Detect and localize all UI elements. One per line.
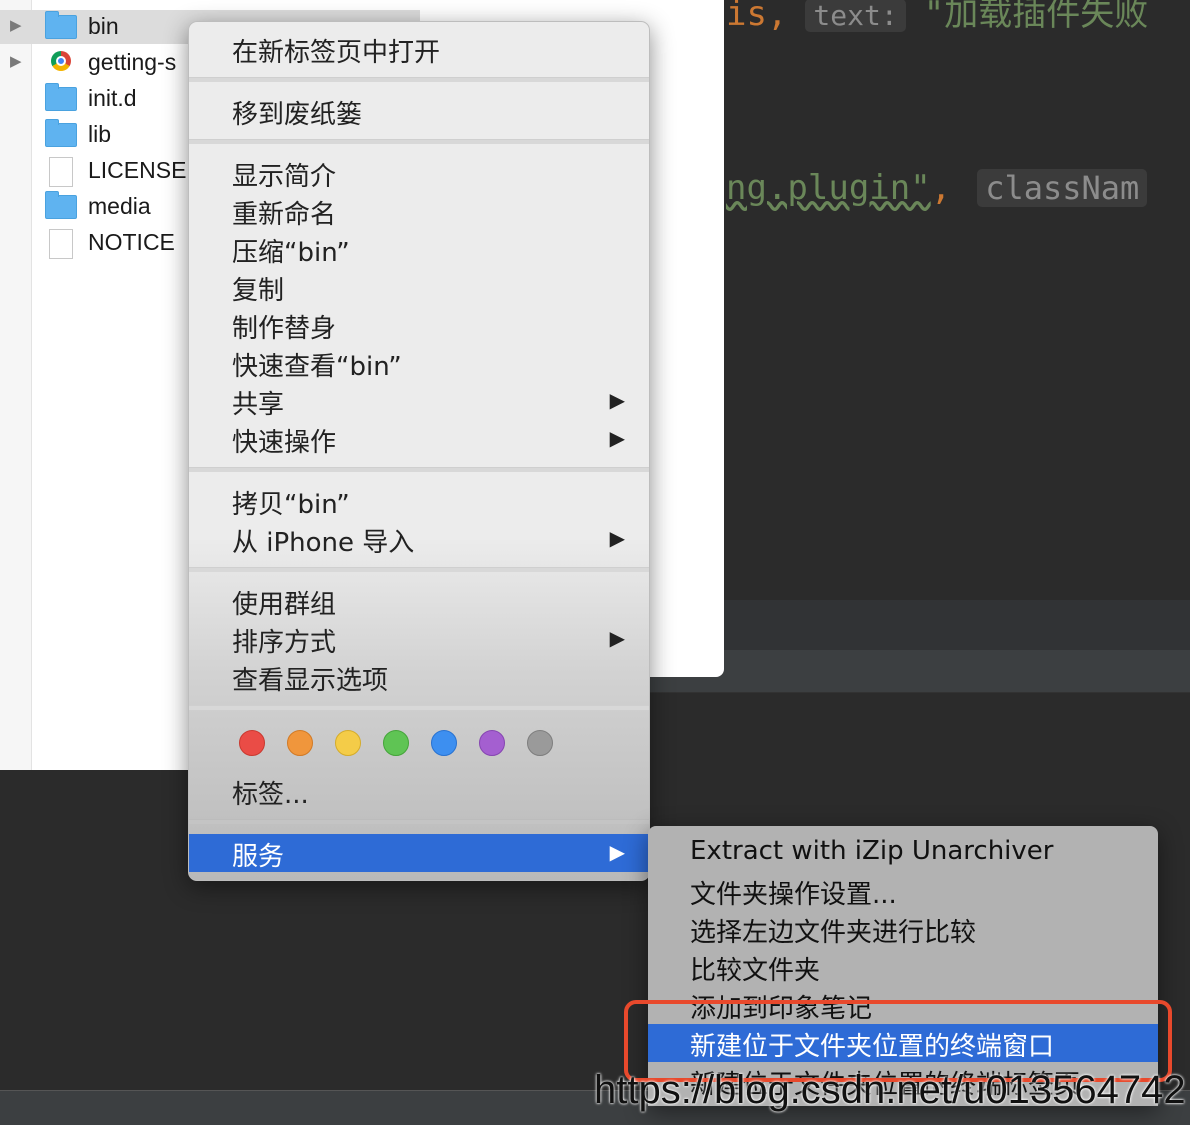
folder-icon xyxy=(45,11,77,39)
file-name: NOTICE xyxy=(88,229,175,255)
menu-item-label: 服务 xyxy=(232,842,285,872)
menu-item-quick-actions[interactable]: 快速操作 ▶ xyxy=(189,420,649,458)
menu-item-label: 快速操作 xyxy=(232,428,337,458)
menu-item-label: 比较文件夹 xyxy=(690,956,821,986)
menu-item-quick-look[interactable]: 快速查看“bin” xyxy=(189,344,649,382)
tag-color-green[interactable] xyxy=(383,730,409,756)
menu-item-copy[interactable]: 拷贝“bin” xyxy=(189,482,649,520)
code-string: ng.plugin" xyxy=(726,168,931,208)
service-item-folder-actions[interactable]: 文件夹操作设置... xyxy=(648,872,1158,910)
menu-item-tags[interactable]: 标签... xyxy=(189,772,649,810)
menu-separator xyxy=(189,139,649,144)
submenu-arrow-icon: ▶ xyxy=(609,526,625,550)
menu-item-label: 拷贝“bin” xyxy=(232,490,350,520)
document-icon xyxy=(45,229,73,261)
menu-item-label: 压缩“bin” xyxy=(232,238,350,268)
menu-separator xyxy=(189,567,649,572)
tag-color-yellow[interactable] xyxy=(335,730,361,756)
chrome-icon xyxy=(45,51,71,71)
menu-separator xyxy=(189,77,649,82)
menu-item-label: 复制 xyxy=(232,276,285,306)
file-name: bin xyxy=(88,13,119,39)
parameter-hint: text: xyxy=(805,0,906,32)
service-item-compare-folders[interactable]: 比较文件夹 xyxy=(648,948,1158,986)
menu-item-view-options[interactable]: 查看显示选项 xyxy=(189,658,649,696)
menu-item-label: 显示简介 xyxy=(232,162,337,192)
submenu-arrow-icon: ▶ xyxy=(609,426,625,450)
menu-item-duplicate[interactable]: 复制 xyxy=(189,268,649,306)
menu-item-use-groups[interactable]: 使用群组 xyxy=(189,582,649,620)
file-name: init.d xyxy=(88,85,137,111)
menu-item-compress[interactable]: 压缩“bin” xyxy=(189,230,649,268)
menu-item-label: 共享 xyxy=(232,390,285,420)
menu-item-share[interactable]: 共享 ▶ xyxy=(189,382,649,420)
menu-item-label: 标签... xyxy=(232,780,309,810)
document-icon xyxy=(45,157,73,189)
folder-icon xyxy=(45,83,77,111)
menu-item-label: 选择左边文件夹进行比较 xyxy=(690,918,977,948)
parameter-hint: classNam xyxy=(977,169,1148,207)
menu-item-label: 在新标签页中打开 xyxy=(232,38,441,68)
menu-item-label: 查看显示选项 xyxy=(232,666,389,696)
menu-item-make-alias[interactable]: 制作替身 xyxy=(189,306,649,344)
menu-item-label: 使用群组 xyxy=(232,590,337,620)
menu-separator xyxy=(189,819,649,824)
code-line: is, text: "加载插件失败 xyxy=(726,0,1148,35)
code-string: "加载插件失败 xyxy=(923,0,1149,34)
menu-item-label: 快速查看“bin” xyxy=(232,352,402,382)
service-item-extract-izip[interactable]: Extract with iZip Unarchiver xyxy=(648,834,1158,872)
folder-icon xyxy=(45,119,77,147)
file-name: LICENSE xyxy=(88,157,187,183)
menu-item-move-to-trash[interactable]: 移到废纸篓 xyxy=(189,92,649,130)
menu-item-label: 制作替身 xyxy=(232,314,337,344)
menu-item-services[interactable]: 服务 ▶ xyxy=(189,834,649,872)
code-line: ng.plugin", classNam xyxy=(726,168,1148,208)
file-name: media xyxy=(88,193,151,219)
tag-color-orange[interactable] xyxy=(287,730,313,756)
submenu-arrow-icon: ▶ xyxy=(609,626,625,650)
menu-separator xyxy=(189,705,649,710)
menu-item-open-new-tab[interactable]: 在新标签页中打开 xyxy=(189,30,649,68)
tag-color-purple[interactable] xyxy=(479,730,505,756)
disclosure-triangle-icon[interactable]: ▶ xyxy=(10,52,22,70)
menu-item-label: 移到废纸篓 xyxy=(232,100,363,130)
service-item-select-left-folder[interactable]: 选择左边文件夹进行比较 xyxy=(648,910,1158,948)
menu-separator xyxy=(189,467,649,472)
menu-item-label: 从 iPhone 导入 xyxy=(232,528,415,558)
menu-item-label: 重新命名 xyxy=(232,200,337,230)
disclosure-triangle-icon[interactable]: ▶ xyxy=(10,16,22,34)
code-token: , xyxy=(930,168,952,208)
tag-color-red[interactable] xyxy=(239,730,265,756)
folder-icon xyxy=(45,191,77,219)
submenu-arrow-icon: ▶ xyxy=(609,840,625,864)
menu-item-get-info[interactable]: 显示简介 xyxy=(189,154,649,192)
submenu-arrow-icon: ▶ xyxy=(609,388,625,412)
tag-color-gray[interactable] xyxy=(527,730,553,756)
menu-item-import-from-iphone[interactable]: 从 iPhone 导入 ▶ xyxy=(189,520,649,558)
context-menu: 在新标签页中打开 移到废纸篓 显示简介 重新命名 压缩“bin” 复制 制作替身… xyxy=(188,21,650,881)
menu-item-sort-by[interactable]: 排序方式 ▶ xyxy=(189,620,649,658)
watermark: https://blog.csdn.net/u013564742 xyxy=(594,1068,1186,1112)
menu-item-label: Extract with iZip Unarchiver xyxy=(690,836,1054,866)
tag-color-blue[interactable] xyxy=(431,730,457,756)
menu-item-rename[interactable]: 重新命名 xyxy=(189,192,649,230)
code-token: is, xyxy=(726,0,788,34)
menu-item-label: 文件夹操作设置... xyxy=(690,880,897,910)
menu-item-label: 排序方式 xyxy=(232,628,337,658)
file-name: lib xyxy=(88,121,112,147)
file-name: getting-s xyxy=(88,49,177,75)
